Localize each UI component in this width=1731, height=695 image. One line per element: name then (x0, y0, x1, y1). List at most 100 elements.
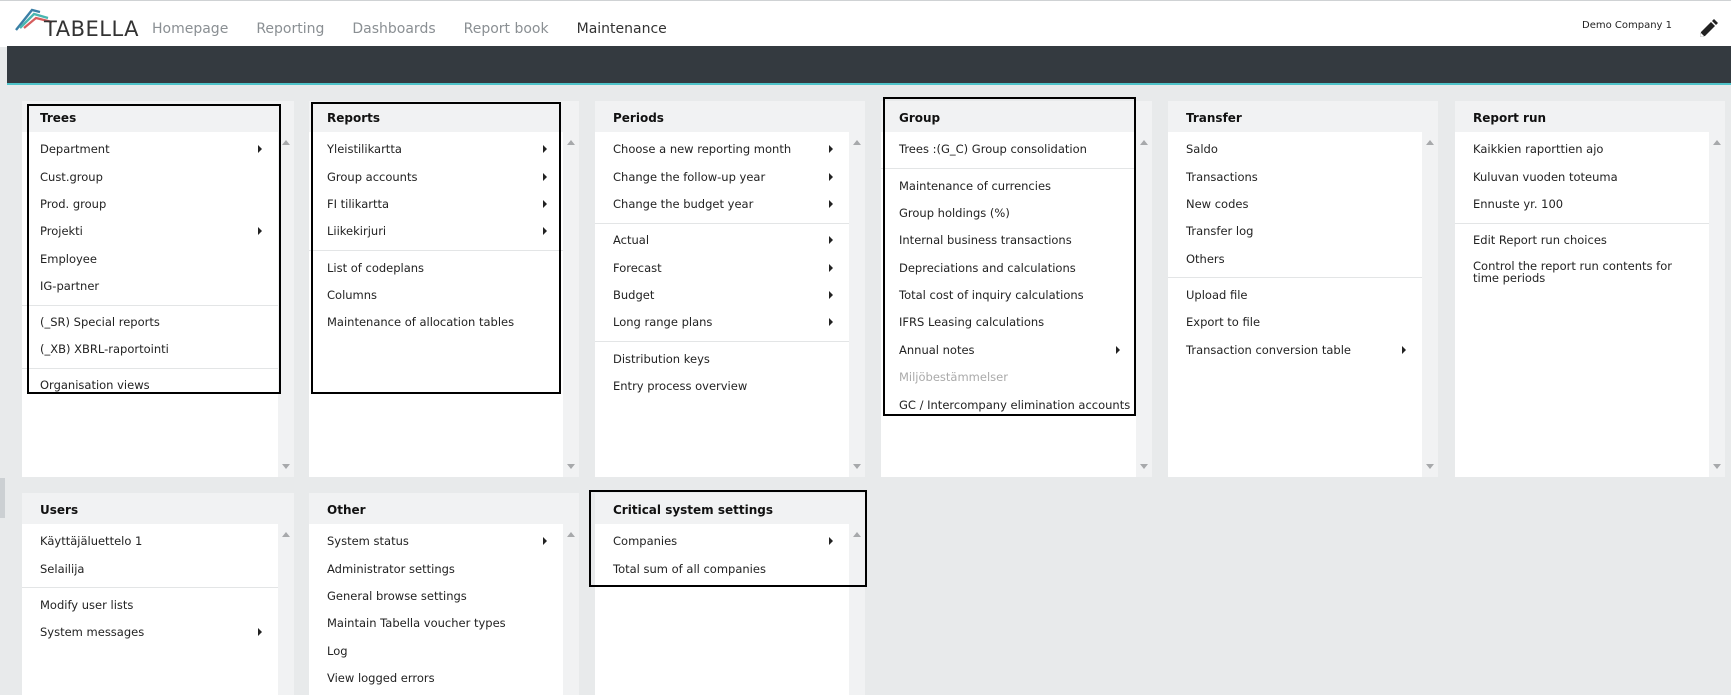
caret-right-icon (1402, 346, 1406, 354)
menu-item-xbrl[interactable]: (_XB) XBRL-raportointi (40, 341, 266, 363)
scroll-down-icon[interactable] (567, 464, 575, 469)
menu-item-prod-group[interactable]: Prod. group (40, 196, 266, 218)
menu-item-total-sum-companies[interactable]: Total sum of all companies (613, 561, 837, 583)
tabella-logo[interactable]: TABELLA (14, 6, 139, 42)
menu-item-employee[interactable]: Employee (40, 251, 266, 273)
menu-item-department[interactable]: Department (40, 141, 266, 163)
menu-item-fi-tilikartta[interactable]: FI tilikartta (327, 196, 551, 218)
menu-item-actual[interactable]: Actual (613, 232, 837, 254)
menu-item-companies[interactable]: Companies (613, 533, 837, 555)
menu-item-projekti[interactable]: Projekti (40, 223, 266, 245)
menu-item-upload-file[interactable]: Upload file (1186, 287, 1410, 309)
menu-item-long-range-plans[interactable]: Long range plans (613, 314, 837, 336)
menu-item-saldo[interactable]: Saldo (1186, 141, 1410, 163)
menu-item-ig-partner[interactable]: IG-partner (40, 278, 266, 300)
menu-item-new-codes[interactable]: New codes (1186, 196, 1410, 218)
scroll-up-icon[interactable] (567, 532, 575, 537)
menu-item-allocation-tables[interactable]: Maintenance of allocation tables (327, 314, 551, 336)
menu-item-follow-up-year[interactable]: Change the follow-up year (613, 169, 837, 191)
menu-item-ennuste[interactable]: Ennuste yr. 100 (1473, 196, 1697, 218)
scroll-down-icon[interactable] (1426, 464, 1434, 469)
menu-item-distribution-keys[interactable]: Distribution keys (613, 351, 837, 373)
scroll-up-icon[interactable] (853, 532, 861, 537)
menu-item-group-accounts[interactable]: Group accounts (327, 169, 551, 191)
menu-item-modify-user-lists[interactable]: Modify user lists (40, 597, 266, 619)
scrollbar[interactable] (1136, 132, 1152, 477)
scroll-down-icon[interactable] (853, 464, 861, 469)
scroll-up-icon[interactable] (282, 532, 290, 537)
menu-item-special-reports[interactable]: (_SR) Special reports (40, 314, 266, 336)
menu-item-annual-notes[interactable]: Annual notes (899, 342, 1124, 364)
divider (22, 368, 278, 369)
menu-item-liikekirjuri[interactable]: Liikekirjuri (327, 223, 551, 245)
left-edge-strip (0, 478, 5, 518)
nav-reporting[interactable]: Reporting (256, 21, 324, 37)
panel-report-run: Report run Kaikkien raporttien ajo Kuluv… (1455, 101, 1725, 477)
scrollbar[interactable] (563, 132, 579, 477)
menu-item-general-browse-settings[interactable]: General browse settings (327, 588, 551, 610)
scroll-up-icon[interactable] (282, 140, 290, 145)
menu-item-system-status[interactable]: System status (327, 533, 551, 555)
caret-right-icon (543, 227, 547, 235)
menu-item-budget-year[interactable]: Change the budget year (613, 196, 837, 218)
menu-item-transactions[interactable]: Transactions (1186, 169, 1410, 191)
scrollbar[interactable] (849, 132, 865, 477)
menu-item-organisation-views[interactable]: Organisation views (40, 377, 266, 399)
scroll-down-icon[interactable] (1140, 464, 1148, 469)
menu-item-budget[interactable]: Budget (613, 287, 837, 309)
menu-item-columns[interactable]: Columns (327, 287, 551, 309)
menu-item-voucher-types[interactable]: Maintain Tabella voucher types (327, 615, 551, 637)
divider (22, 305, 278, 306)
scroll-up-icon[interactable] (1713, 140, 1721, 145)
panel-users: Users Käyttäjäluettelo 1 Selailija Modif… (22, 493, 294, 695)
scrollbar[interactable] (1422, 132, 1438, 477)
nav-dashboards[interactable]: Dashboards (352, 21, 435, 37)
scrollbar[interactable] (563, 524, 579, 695)
menu-item-kuluvan-vuoden-toteuma[interactable]: Kuluvan vuoden toteuma (1473, 169, 1697, 191)
company-name[interactable]: Demo Company 1 (1582, 20, 1672, 31)
menu-item-inquiry-calculations[interactable]: Total cost of inquiry calculations (899, 287, 1124, 309)
menu-item-group-consolidation[interactable]: Trees :(G_C) Group consolidation (899, 141, 1124, 163)
menu-item-kayttajaluettelo[interactable]: Käyttäjäluettelo 1 (40, 533, 266, 555)
pencil-icon[interactable] (1697, 18, 1719, 40)
nav-homepage[interactable]: Homepage (152, 21, 228, 37)
menu-item-group-holdings[interactable]: Group holdings (%) (899, 205, 1124, 227)
menu-item-view-logged-errors[interactable]: View logged errors (327, 670, 551, 692)
caret-right-icon (1116, 346, 1120, 354)
scroll-up-icon[interactable] (1426, 140, 1434, 145)
menu-item-elimination-accounts[interactable]: GC / Intercompany elimination accounts (899, 397, 1130, 419)
menu-item-depreciations[interactable]: Depreciations and calculations (899, 260, 1124, 282)
menu-item-entry-process[interactable]: Entry process overview (613, 378, 837, 400)
menu-item-log[interactable]: Log (327, 643, 551, 665)
scroll-up-icon[interactable] (853, 140, 861, 145)
menu-item-reporting-month[interactable]: Choose a new reporting month (613, 141, 837, 163)
menu-item-transaction-conversion[interactable]: Transaction conversion table (1186, 342, 1410, 364)
scroll-up-icon[interactable] (567, 140, 575, 145)
nav-report-book[interactable]: Report book (464, 21, 549, 37)
menu-item-yleistilikartta[interactable]: Yleistilikartta (327, 141, 551, 163)
menu-item-control-report-run[interactable]: Control the report run contents for time… (1473, 260, 1697, 286)
menu-item-transfer-log[interactable]: Transfer log (1186, 223, 1410, 245)
scroll-down-icon[interactable] (282, 464, 290, 469)
menu-item-internal-business[interactable]: Internal business transactions (899, 232, 1124, 254)
scroll-down-icon[interactable] (1713, 464, 1721, 469)
main-nav: Homepage Reporting Dashboards Report boo… (152, 21, 695, 37)
menu-item-forecast[interactable]: Forecast (613, 260, 837, 282)
menu-item-list-of-codeplans[interactable]: List of codeplans (327, 260, 551, 282)
menu-item-kaikkien-raporttien-ajo[interactable]: Kaikkien raporttien ajo (1473, 141, 1697, 163)
menu-item-export-to-file[interactable]: Export to file (1186, 314, 1410, 336)
scrollbar[interactable] (278, 524, 294, 695)
scrollbar[interactable] (1709, 132, 1725, 477)
menu-item-currencies[interactable]: Maintenance of currencies (899, 178, 1124, 200)
menu-item-administrator-settings[interactable]: Administrator settings (327, 561, 551, 583)
menu-item-ifrs-leasing[interactable]: IFRS Leasing calculations (899, 314, 1124, 336)
menu-item-system-messages[interactable]: System messages (40, 624, 266, 646)
scrollbar[interactable] (849, 524, 865, 695)
menu-item-others[interactable]: Others (1186, 251, 1410, 273)
menu-item-selailija[interactable]: Selailija (40, 561, 266, 583)
menu-item-cust-group[interactable]: Cust.group (40, 169, 266, 191)
scrollbar[interactable] (278, 132, 294, 477)
nav-maintenance[interactable]: Maintenance (577, 21, 667, 37)
menu-item-edit-report-run[interactable]: Edit Report run choices (1473, 232, 1697, 254)
scroll-up-icon[interactable] (1140, 140, 1148, 145)
